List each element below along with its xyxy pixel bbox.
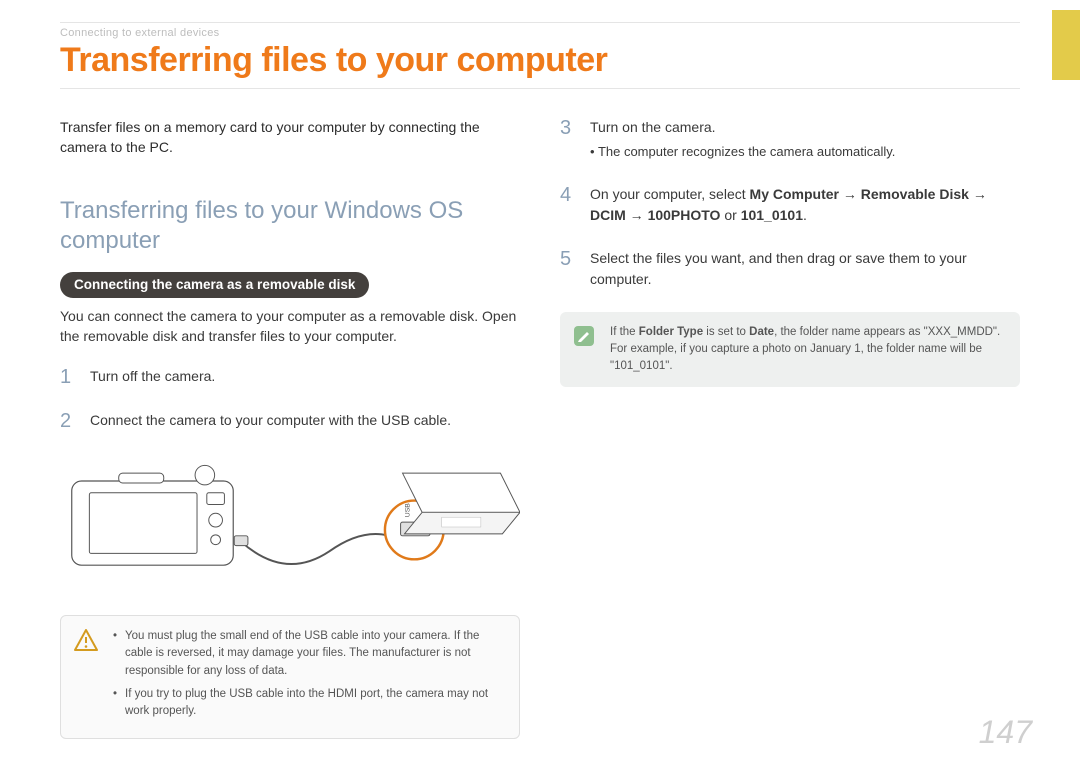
step-subtext: The computer recognizes the camera autom… [590,142,895,162]
step-text: On your computer, select My Computer → R… [590,184,1020,226]
page-title: Transferring files to your computer [60,41,1020,80]
section-tab [1052,10,1080,80]
connection-diagram: USB [60,462,520,592]
rule-under-title [60,88,1020,89]
step-text: Connect the camera to your computer with… [90,410,451,432]
step-text: Select the files you want, and then drag… [590,248,1020,290]
usb-cable-icon [234,534,393,564]
right-column: 3 Turn on the camera. The computer recog… [560,117,1020,739]
note-text: If the Folder Type is set to Date, the f… [610,324,1004,376]
page-number: 147 [979,714,1032,751]
step-text: Turn on the camera. [590,119,716,135]
warning-item: You must plug the small end of the USB c… [113,628,503,680]
step-number: 5 [560,248,576,290]
warning-callout: You must plug the small end of the USB c… [60,615,520,739]
chapter-label: Connecting to external devices [60,27,1020,39]
note-callout: If the Folder Type is set to Date, the f… [560,312,1020,388]
intro-text: Transfer files on a memory card to your … [60,117,520,158]
step-text: Turn off the camera. [90,366,215,388]
rule-top [60,22,1020,23]
procedure-desc: You can connect the camera to your compu… [60,306,520,347]
camera-icon [72,466,233,566]
laptop-icon [403,473,520,534]
step-3: 3 Turn on the camera. The computer recog… [560,117,1020,162]
step-number: 3 [560,117,576,162]
section-heading: Transferring files to your Windows OS co… [60,196,520,256]
step-5: 5 Select the files you want, and then dr… [560,248,1020,290]
step-number: 2 [60,410,76,432]
procedure-pill: Connecting the camera as a removable dis… [60,272,369,298]
step-4: 4 On your computer, select My Computer →… [560,184,1020,226]
step-2: 2 Connect the camera to your computer wi… [60,410,520,432]
note-icon [572,324,596,348]
warning-item: If you try to plug the USB cable into th… [113,686,503,721]
page-content: Connecting to external devices Transferr… [0,0,1080,749]
step-number: 1 [60,366,76,388]
step-1: 1 Turn off the camera. [60,366,520,388]
svg-text:USB: USB [404,503,411,518]
warning-icon [73,628,99,652]
step-number: 4 [560,184,576,226]
left-column: Transfer files on a memory card to your … [60,117,520,739]
